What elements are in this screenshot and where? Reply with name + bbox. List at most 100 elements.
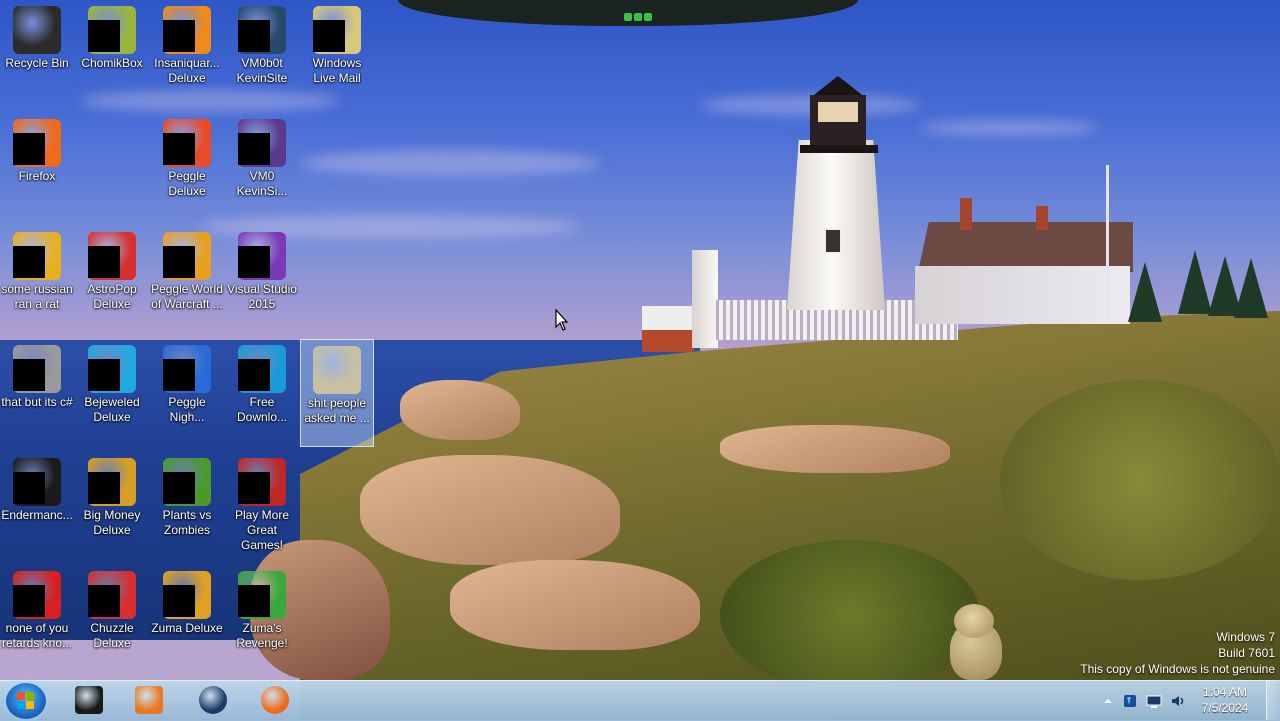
desktop-icon[interactable]: shit people asked me ... [300, 339, 374, 447]
redaction-block [163, 246, 195, 278]
desktop-icon-label: Plants vs Zombies [162, 508, 212, 537]
desktop-icon-label: AstroPop Deluxe [87, 282, 137, 311]
desktop-icon[interactable]: some russian ran a rat [0, 226, 74, 334]
wallpaper-lighthouse-window [824, 228, 842, 254]
desktop-icon-label: ChomikBox [81, 56, 143, 70]
plants-vs-zombies-icon [163, 458, 211, 506]
wallpaper-house-roof [918, 222, 1133, 272]
desktop-icon[interactable]: Big Money Deluxe [75, 452, 149, 560]
wallpaper-cloud [300, 150, 600, 176]
wallpaper-chimney [1036, 206, 1048, 230]
desktop-icon-label: VM0 KevinSi... [236, 169, 288, 198]
desktop-icon-label: some russian ran a rat [1, 282, 73, 311]
zuma-icon [163, 571, 211, 619]
desktop-icon[interactable]: VM0 KevinSi... [225, 113, 299, 221]
taskbar-button[interactable] [122, 682, 176, 718]
icon-graphic [313, 346, 361, 394]
wallpaper-foliage [1000, 380, 1280, 580]
taskbar-button[interactable] [248, 682, 302, 718]
wallpaper-rock [720, 425, 950, 473]
wallpaper-shed-base [642, 330, 694, 352]
desktop-icon[interactable]: Peggle Deluxe [150, 113, 224, 221]
visual-studio-icon [238, 232, 286, 280]
desktop-icon[interactable]: Chuzzle Deluxe [75, 565, 149, 673]
redaction-block [238, 472, 270, 504]
desktop-icon[interactable]: AstroPop Deluxe [75, 226, 149, 334]
taskbar-clock[interactable]: 1:04 AM 7/5/2024 [1196, 684, 1254, 716]
icon-graphic [13, 6, 61, 54]
watermark-build: Build 7601 [1218, 646, 1275, 660]
globe-icon [199, 686, 227, 714]
desktop-icon[interactable]: Endermanc... [0, 452, 74, 560]
media-player-icon [135, 686, 163, 714]
chomikbox-icon [88, 6, 136, 54]
astropop-icon [88, 232, 136, 280]
redaction-block [13, 359, 45, 391]
gadget-lights-icon [624, 8, 656, 21]
firefox-icon [13, 119, 61, 167]
redaction-block [163, 585, 195, 617]
desktop-icon[interactable]: none of you retards kno... [0, 565, 74, 673]
network-app-icon[interactable] [1122, 693, 1138, 709]
show-desktop-button[interactable] [1266, 680, 1280, 720]
redaction-block [13, 246, 45, 278]
desktop-icon-label: that but its c# [1, 395, 73, 409]
redaction-block [238, 20, 270, 52]
popcap-icon [238, 458, 286, 506]
desktop-icon[interactable]: VM0b0t KevinSite [225, 0, 299, 108]
volume-icon[interactable] [1170, 693, 1186, 709]
desktop-icon-label: Recycle Bin [5, 56, 69, 70]
redaction-block [88, 472, 120, 504]
wallpaper-house [915, 266, 1130, 324]
desktop-icon-label: Free Downlo... [236, 395, 288, 424]
desktop-icon[interactable]: Peggle World of Warcraft ... [150, 226, 224, 334]
desktop-icon[interactable]: Recycle Bin [0, 0, 74, 108]
document-icon [13, 232, 61, 280]
wallpaper-lantern-glass [818, 102, 858, 122]
desktop-icon[interactable]: Zuma Deluxe [150, 565, 224, 673]
desktop-icon[interactable]: that but its c# [0, 339, 74, 447]
desktop-icon[interactable]: Play More Great Games! [225, 452, 299, 560]
redaction-block [238, 585, 270, 617]
desktop-icon[interactable]: ChomikBox [75, 0, 149, 108]
monitor-icon[interactable] [1146, 693, 1162, 709]
redaction-block [313, 20, 345, 52]
wallpaper-rock [400, 380, 520, 440]
desktop-icon-label: Zuma's Revenge! [236, 621, 288, 650]
desktop-icon[interactable]: Bejeweled Deluxe [75, 339, 149, 447]
desktop-icon[interactable]: Zuma's Revenge! [225, 565, 299, 673]
bejeweled-icon [88, 345, 136, 393]
opera-icon [13, 571, 61, 619]
desktop-icon-label: Chuzzle Deluxe [90, 621, 134, 650]
desktop-icon-label: Bejeweled Deluxe [84, 395, 140, 424]
desktop-icon[interactable]: Free Downlo... [225, 339, 299, 447]
desktop-icon[interactable]: Visual Studio 2015 [225, 226, 299, 334]
desktop-icon-label: Peggle Deluxe [168, 169, 206, 198]
redaction-block [88, 20, 120, 52]
redaction-block [88, 585, 120, 617]
taskbar-button[interactable] [62, 682, 116, 718]
desktop-icon[interactable]: Plants vs Zombies [150, 452, 224, 560]
desktop-icon-label: shit people asked me ... [304, 396, 370, 425]
desktop-icon[interactable]: Firefox [0, 113, 74, 221]
taskbar-button[interactable] [186, 682, 240, 718]
desktop-icon-label: Firefox [18, 169, 56, 183]
wallpaper-chimney [960, 198, 972, 230]
wallpaper-cloud [920, 120, 1100, 136]
redaction-block [163, 20, 195, 52]
desktop-icon-label: Zuma Deluxe [151, 621, 223, 635]
wallpaper-foliage [720, 540, 980, 690]
desktop-icon-label: Windows Live Mail [312, 56, 362, 85]
redaction-block [13, 472, 45, 504]
desktop-icon[interactable]: Insaniquar... Deluxe [150, 0, 224, 108]
desktop-pet-groundhog[interactable] [944, 604, 1008, 680]
redaction-block [163, 133, 195, 165]
insaniquarium-icon [163, 6, 211, 54]
peggle-nights-icon [163, 345, 211, 393]
desktop-icon[interactable]: Windows Live Mail [300, 0, 374, 108]
watermark-os: Windows 7 [1216, 630, 1275, 644]
show-hidden-icons-icon[interactable] [1100, 693, 1116, 709]
desktop-icon-label: Peggle Nigh... [168, 395, 206, 424]
pet-head [954, 604, 994, 638]
desktop-icon[interactable]: Peggle Nigh... [150, 339, 224, 447]
